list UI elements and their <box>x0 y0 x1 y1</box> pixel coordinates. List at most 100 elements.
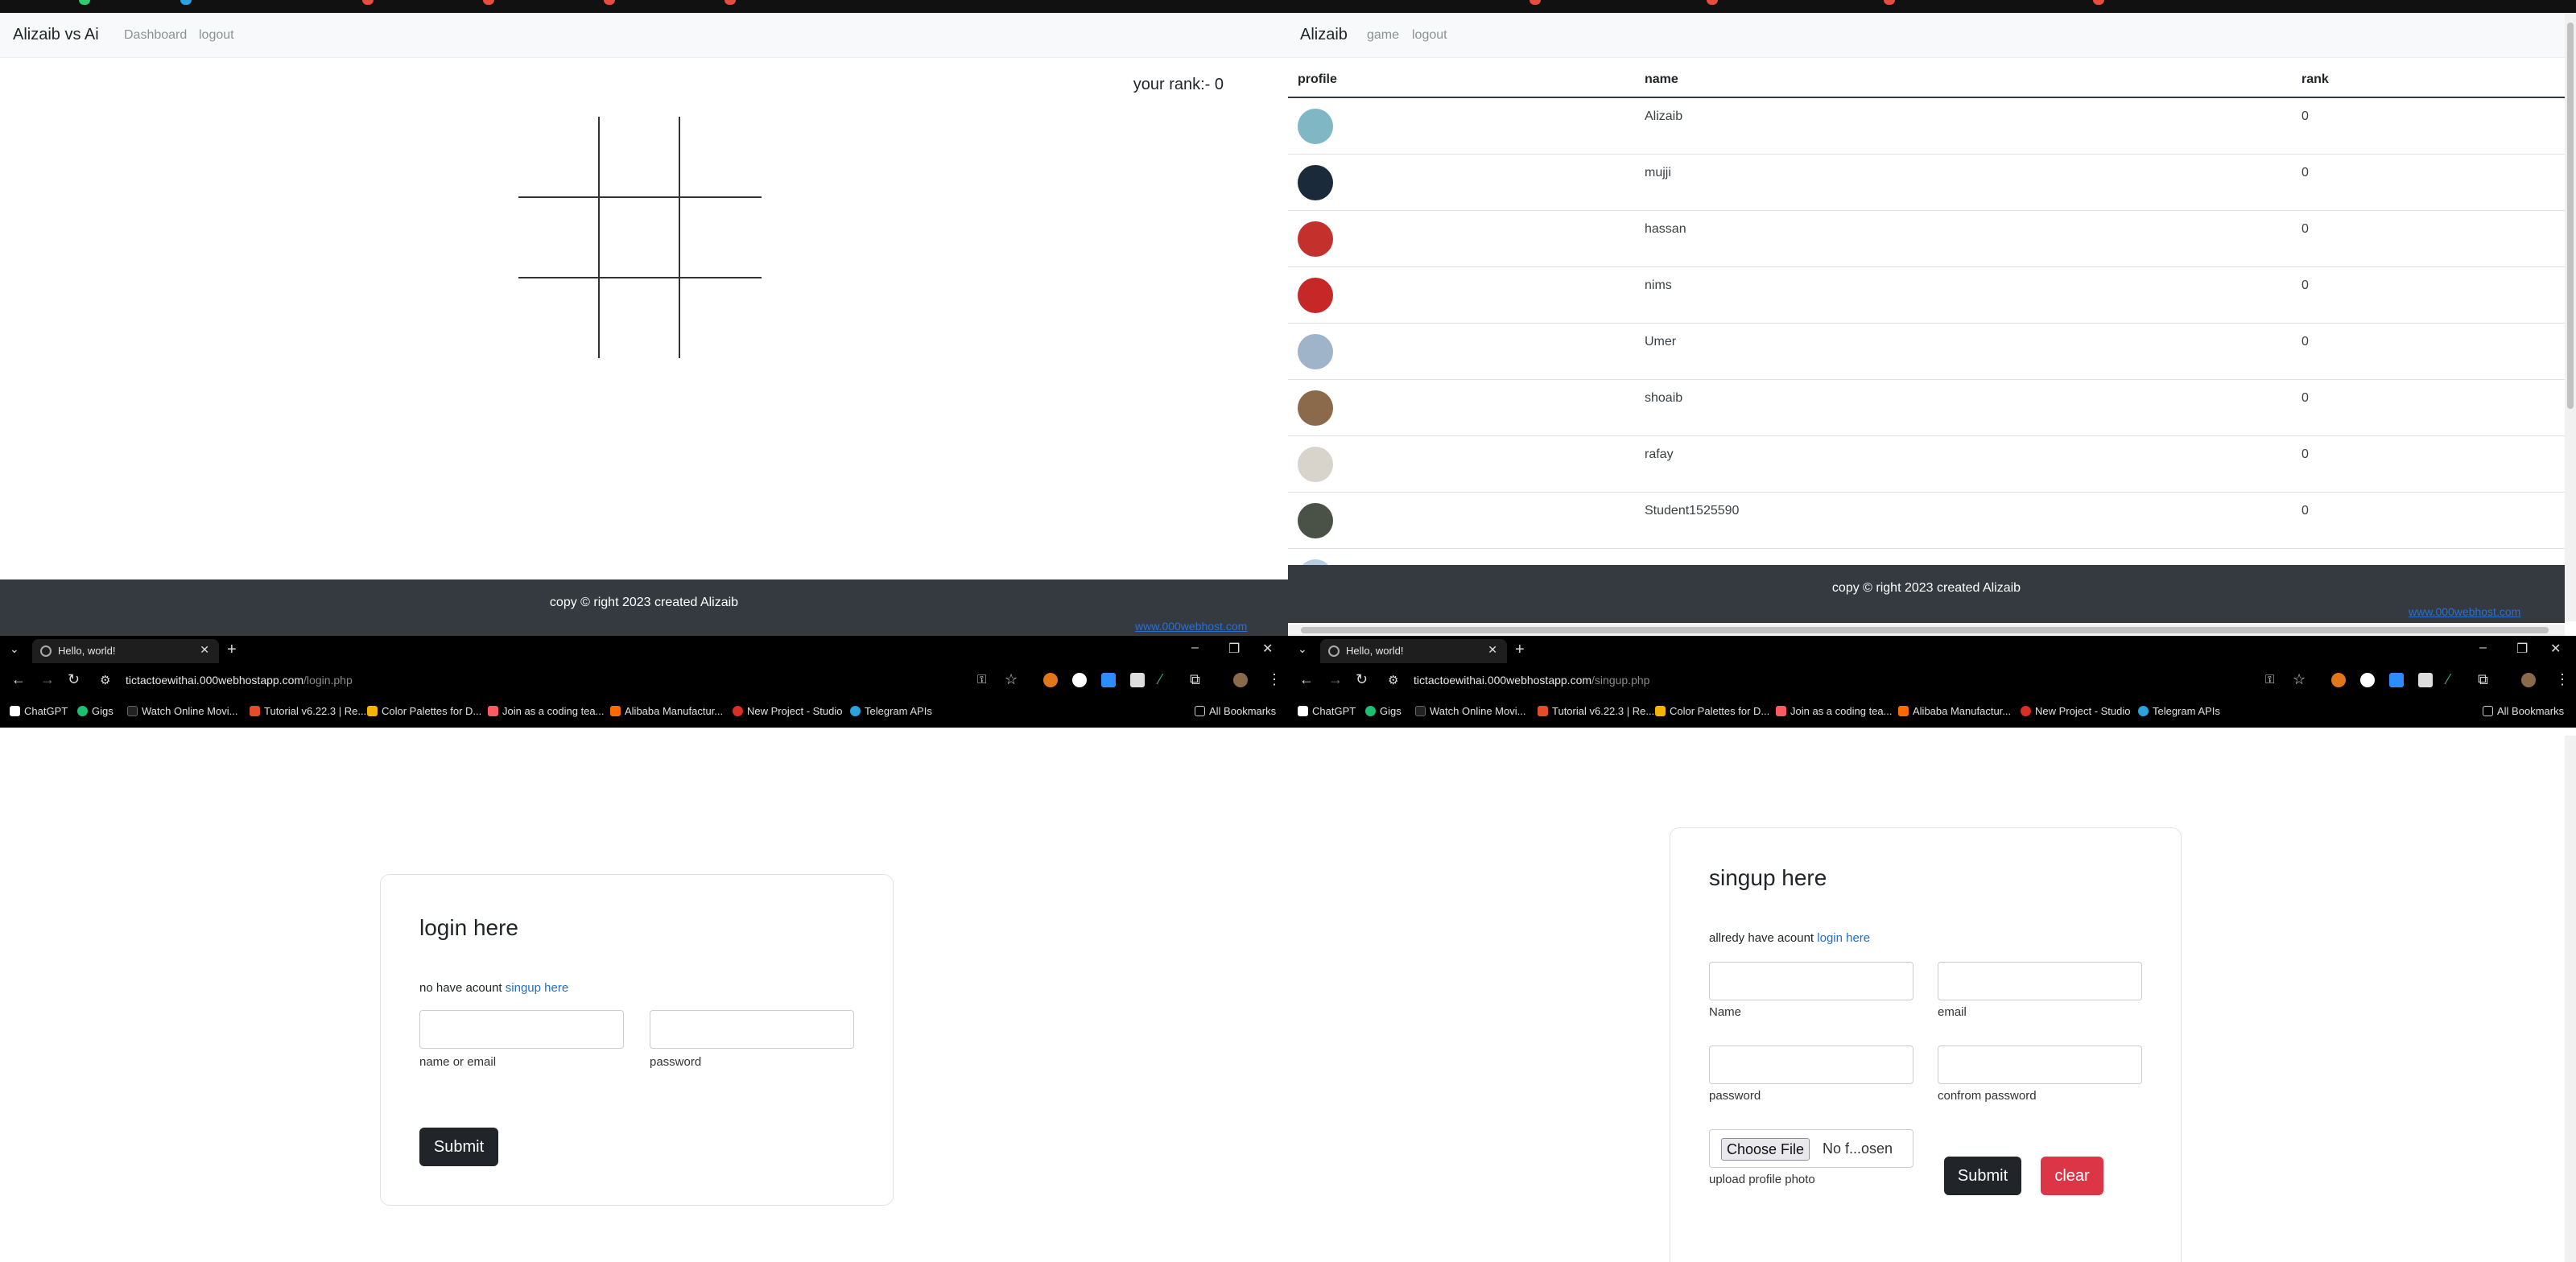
bookmark-item[interactable]: Join as a coding tea... <box>488 705 604 717</box>
horizontal-scrollbar[interactable] <box>1288 625 2565 636</box>
key-icon[interactable]: ⚿ <box>2265 673 2274 687</box>
vertical-scrollbar[interactable] <box>2565 736 2576 1262</box>
close-window-icon[interactable]: ✕ <box>1262 641 1273 657</box>
forward-icon[interactable]: → <box>40 671 55 688</box>
reload-icon[interactable]: ↻ <box>68 671 80 688</box>
close-tab-icon[interactable]: ✕ <box>200 643 209 657</box>
tab-search-icon[interactable]: ⌄ <box>1298 642 1307 656</box>
host-badge-link[interactable]: www.000webhost.com <box>2409 605 2553 618</box>
submit-button[interactable]: Submit <box>1944 1157 2021 1195</box>
extension-icon[interactable] <box>1130 673 1145 687</box>
vertical-scrollbar[interactable] <box>2565 13 2576 621</box>
bookmark-item[interactable]: New Project - Studio <box>733 705 843 717</box>
new-tab-button[interactable]: + <box>1515 641 1525 659</box>
board-cell-1[interactable] <box>518 117 597 196</box>
name-or-email-input[interactable] <box>419 1010 624 1049</box>
extension-icon[interactable] <box>2418 673 2433 687</box>
bookmark-item[interactable]: Watch Online Movi... <box>1415 705 1525 717</box>
browser-tab[interactable]: Hello, world! ✕ <box>1320 639 1507 663</box>
host-badge-link[interactable]: www.000webhost.com <box>1135 620 1277 633</box>
board-cell-5[interactable] <box>600 198 679 277</box>
browser-tab[interactable]: Hello, world! ✕ <box>32 639 219 663</box>
bookmark-item[interactable]: Gigs <box>1365 705 1402 717</box>
site-info-icon[interactable]: ⚙ <box>1388 673 1398 687</box>
extensions-puzzle-icon[interactable]: ⧉ <box>1190 671 1200 688</box>
menu-icon[interactable]: ⋮ <box>1267 671 1282 688</box>
password-input[interactable] <box>1709 1045 1913 1084</box>
profile-avatar-icon[interactable] <box>1233 673 1248 687</box>
bookmark-item[interactable]: Alibaba Manufactur... <box>1898 705 2011 717</box>
star-icon[interactable]: ☆ <box>2293 671 2306 688</box>
minimize-icon[interactable]: – <box>2479 641 2487 655</box>
bookmark-item[interactable]: Color Palettes for D... <box>367 705 481 717</box>
extension-icon[interactable] <box>2331 673 2346 687</box>
signup-link[interactable]: singup here <box>506 981 568 995</box>
extension-icon[interactable] <box>1072 673 1087 687</box>
close-tab-icon[interactable]: ✕ <box>1488 643 1497 657</box>
nav-game[interactable]: game <box>1367 28 1399 43</box>
back-icon[interactable]: ← <box>1299 671 1314 688</box>
board-cell-4[interactable] <box>518 198 597 277</box>
restore-icon[interactable]: ❐ <box>2516 641 2528 657</box>
email-input[interactable] <box>1938 962 2142 1000</box>
extension-icon[interactable]: ⁄ <box>1159 671 1162 688</box>
site-info-icon[interactable]: ⚙ <box>100 673 110 687</box>
menu-icon[interactable]: ⋮ <box>2555 671 2570 688</box>
bookmark-item[interactable]: Telegram APIs <box>2138 705 2220 717</box>
bookmark-item[interactable]: Color Palettes for D... <box>1655 705 1769 717</box>
board-cell-7[interactable] <box>518 279 597 358</box>
all-bookmarks[interactable]: All Bookmarks <box>1195 705 1276 717</box>
bookmark-item[interactable]: New Project - Studio <box>2021 705 2131 717</box>
minimize-icon[interactable]: – <box>1191 641 1199 655</box>
board-cell-9[interactable] <box>681 279 760 358</box>
restore-icon[interactable]: ❐ <box>1228 641 1240 657</box>
url-field[interactable]: tictactoewithai.000webhostapp.com/login.… <box>126 674 353 687</box>
bookmark-item[interactable]: ChatGPT <box>1298 705 1356 717</box>
board-cell-3[interactable] <box>681 117 760 196</box>
board-cell-6[interactable] <box>681 198 760 277</box>
all-bookmarks[interactable]: All Bookmarks <box>2483 705 2564 717</box>
bookmark-item[interactable]: Watch Online Movi... <box>127 705 237 717</box>
clear-button[interactable]: clear <box>2041 1157 2103 1195</box>
bookmark-item[interactable]: ChatGPT <box>10 705 68 717</box>
tab-search-icon[interactable]: ⌄ <box>10 642 19 656</box>
login-link[interactable]: login here <box>1817 931 1870 945</box>
bookmark-item[interactable]: Alibaba Manufactur... <box>610 705 723 717</box>
extensions-puzzle-icon[interactable]: ⧉ <box>2478 671 2488 688</box>
forward-icon[interactable]: → <box>1328 671 1343 688</box>
extension-icon[interactable] <box>2360 673 2375 687</box>
brand[interactable]: Alizaib <box>1300 26 1348 44</box>
nav-logout[interactable]: logout <box>199 28 234 43</box>
brand[interactable]: Alizaib vs Ai <box>13 26 99 44</box>
board-cell-2[interactable] <box>600 117 679 196</box>
profile-photo-file-input[interactable]: Choose File No f...osen <box>1709 1129 1913 1168</box>
extension-icon[interactable] <box>1043 673 1058 687</box>
choose-file-button[interactable]: Choose File <box>1721 1138 1810 1161</box>
reload-icon[interactable]: ↻ <box>1356 671 1368 688</box>
key-icon[interactable]: ⚿ <box>977 673 986 687</box>
url-field[interactable]: tictactoewithai.000webhostapp.com/singup… <box>1414 674 1649 687</box>
player-name: mujji <box>1645 166 1671 179</box>
bookmark-item[interactable]: Tutorial v6.22.3 | Re... <box>1538 705 1654 717</box>
confirm-password-input[interactable] <box>1938 1045 2142 1084</box>
bookmark-item[interactable]: Tutorial v6.22.3 | Re... <box>250 705 366 717</box>
profile-avatar-icon[interactable] <box>2521 673 2536 687</box>
submit-button[interactable]: Submit <box>419 1128 498 1166</box>
extension-icon[interactable]: ⁄ <box>2447 671 2450 688</box>
extension-icon[interactable] <box>2389 673 2404 687</box>
password-input[interactable] <box>650 1010 854 1049</box>
extension-icon[interactable] <box>1101 673 1116 687</box>
bookmark-item[interactable]: Gigs <box>77 705 114 717</box>
name-input[interactable] <box>1709 962 1913 1000</box>
new-tab-button[interactable]: + <box>227 641 237 659</box>
confirm-password-label: confrom password <box>1938 1089 2037 1103</box>
nav-dashboard[interactable]: Dashboard <box>124 28 187 43</box>
star-icon[interactable]: ☆ <box>1005 671 1018 688</box>
bookmark-item[interactable]: Join as a coding tea... <box>1776 705 1892 717</box>
nav-logout[interactable]: logout <box>1412 28 1447 43</box>
close-window-icon[interactable]: ✕ <box>2550 641 2561 657</box>
bookmarks-bar: ChatGPT Gigs Watch Online Movi... Tutori… <box>0 699 1288 728</box>
board-cell-8[interactable] <box>600 279 679 358</box>
back-icon[interactable]: ← <box>11 671 26 688</box>
bookmark-item[interactable]: Telegram APIs <box>850 705 932 717</box>
